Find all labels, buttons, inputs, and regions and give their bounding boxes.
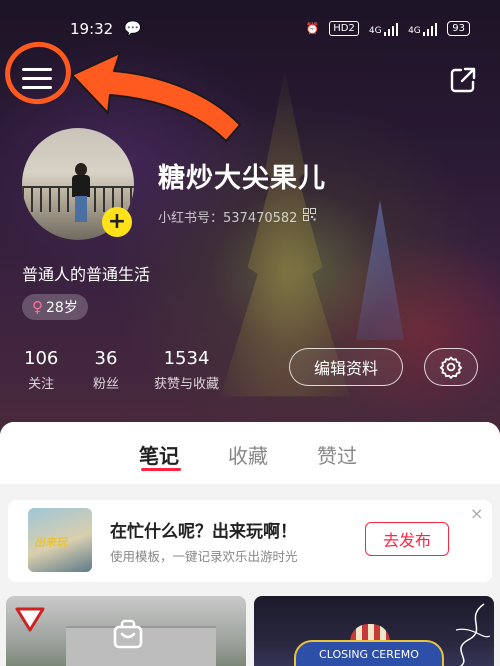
avatar-person	[72, 163, 90, 223]
stat-followers-label: 粉丝	[93, 377, 120, 392]
note-card[interactable]: CLOSING CEREMO	[254, 596, 494, 666]
nickname: 糖炒大尖果儿	[158, 163, 326, 194]
age-text: 28岁	[46, 300, 78, 316]
blue-tree-decoration	[356, 200, 404, 340]
settings-button[interactable]	[424, 348, 478, 386]
profile-screen: 19:32 💬 ⏰ HD2 4G 4G 93 + 糖炒大尖果儿 小红书号：537…	[0, 0, 500, 666]
bag-icon	[113, 619, 143, 649]
redbook-id: 小红书号：537470582	[158, 211, 298, 226]
avatar-legs	[75, 196, 87, 222]
promo-thumb-text: 出来玩	[34, 536, 67, 549]
tab-notes[interactable]: 笔记	[139, 440, 179, 469]
road-sign-icon	[15, 607, 45, 632]
note-card[interactable]	[6, 596, 246, 666]
scribble-decoration	[455, 603, 491, 666]
tab-liked[interactable]: 赞过	[317, 440, 357, 469]
promo-subtitle: 使用模板，一键记录欢乐出游时光	[110, 549, 298, 564]
qr-code-icon[interactable]	[303, 208, 316, 221]
signal-bars-icon	[422, 22, 438, 36]
add-avatar-button[interactable]: +	[102, 207, 132, 237]
stat-following-label: 关注	[28, 377, 55, 392]
status-icons: ⏰ HD2 4G 4G 93	[306, 21, 470, 36]
card-banner: CLOSING CEREMO	[294, 640, 444, 666]
signal-2-label: 4G	[408, 25, 421, 36]
active-tab-indicator	[141, 468, 181, 471]
stat-likes-value: 1534	[163, 348, 210, 369]
status-bar: 19:32 💬 ⏰ HD2 4G 4G 93	[0, 20, 500, 44]
promo-thumbnail: 出来玩	[28, 508, 92, 572]
battery-indicator: 93	[447, 21, 470, 36]
stat-followers[interactable]: 36 粉丝	[93, 348, 119, 392]
stat-likes-collects[interactable]: 1534 获赞与收藏	[154, 348, 219, 392]
edit-profile-button[interactable]: 编辑资料	[289, 348, 403, 386]
signal-1-label: 4G	[368, 25, 382, 36]
stat-followers-value: 36	[94, 348, 118, 369]
gear-icon	[439, 356, 463, 379]
promo-title: 在忙什么呢？出来玩啊！	[110, 522, 297, 542]
signal-1: 4G	[368, 22, 399, 36]
publish-button[interactable]: 去发布	[365, 522, 449, 556]
alarm-icon: ⏰	[305, 22, 320, 35]
close-icon[interactable]: ×	[470, 504, 483, 523]
content-sheet: 笔记 收藏 赞过 出来玩 在忙什么呢？出来玩啊！ 使用模板，一键记录欢乐出游时光…	[0, 422, 500, 666]
hd-badge: HD2	[329, 21, 359, 36]
avatar-torso	[72, 175, 90, 197]
share-icon[interactable]	[449, 66, 477, 94]
tab-bar: 笔记 收藏 赞过	[0, 422, 500, 484]
bio-text: 普通人的普通生活	[22, 265, 151, 284]
status-time: 19:32	[70, 20, 114, 38]
age-tag: ♀ 28岁	[22, 294, 88, 320]
signal-bars-icon	[383, 22, 399, 36]
wechat-icon: 💬	[124, 21, 142, 37]
tab-collections[interactable]: 收藏	[228, 440, 268, 469]
stat-likes-label: 获赞与收藏	[154, 377, 220, 392]
female-icon: ♀	[32, 298, 43, 316]
promo-card[interactable]: 出来玩 在忙什么呢？出来玩啊！ 使用模板，一键记录欢乐出游时光 去发布 ×	[8, 500, 492, 582]
stat-following-value: 106	[24, 348, 59, 369]
signal-2: 4G	[408, 22, 438, 36]
stat-following[interactable]: 106 关注	[24, 348, 58, 392]
